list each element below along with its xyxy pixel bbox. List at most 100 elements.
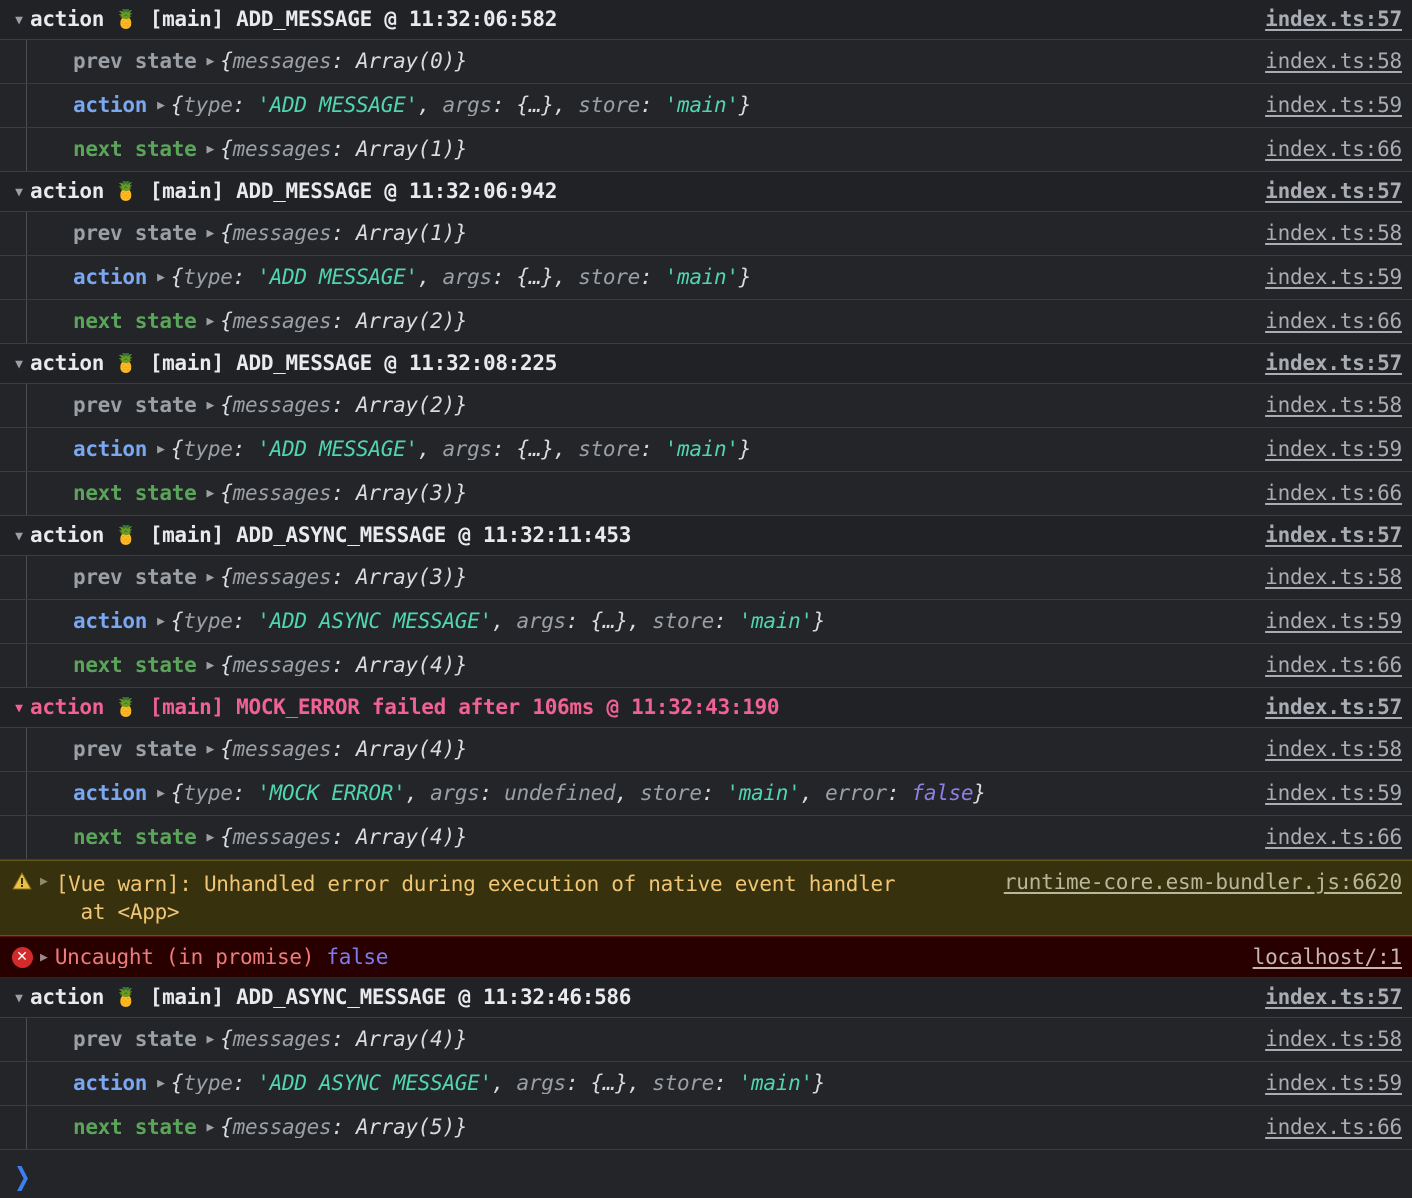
- expand-triangle-icon[interactable]: ▶: [36, 870, 56, 888]
- expand-triangle-icon[interactable]: ▶: [196, 1033, 220, 1046]
- source-link[interactable]: index.ts:58: [1251, 223, 1402, 244]
- collapse-arrow-icon[interactable]: ▼: [8, 702, 30, 715]
- source-link[interactable]: index.ts:59: [1251, 783, 1402, 804]
- console-group-header[interactable]: ▼ action 🍍 [main] ADD_ASYNC_MESSAGE @ 11:32…: [0, 516, 1412, 556]
- collapse-arrow-icon[interactable]: ▼: [8, 530, 30, 543]
- object-preview[interactable]: {messages: Array(1)}: [220, 223, 467, 244]
- object-preview[interactable]: {messages: Array(4)}: [220, 1029, 467, 1050]
- object-preview[interactable]: {messages: Array(2)}: [220, 311, 467, 332]
- console-log-row[interactable]: prev state ▶ {messages: Array(0)} index.ts:…: [0, 40, 1412, 84]
- console-log-row[interactable]: prev state ▶ {messages: Array(1)} index.ts:…: [0, 212, 1412, 256]
- source-link[interactable]: index.ts:66: [1251, 655, 1402, 676]
- object-preview[interactable]: {messages: Array(4)}: [220, 655, 467, 676]
- source-link[interactable]: index.ts:59: [1251, 1073, 1402, 1094]
- expand-triangle-icon[interactable]: ▶: [36, 951, 55, 964]
- source-link[interactable]: index.ts:66: [1251, 139, 1402, 160]
- console-log-row[interactable]: action ▶ {type: 'ADD_MESSAGE', args: {…}, …: [0, 256, 1412, 300]
- expand-triangle-icon[interactable]: ▶: [147, 787, 171, 800]
- console-log-row[interactable]: next state ▶ {messages: Array(4)} index.ts:…: [0, 644, 1412, 688]
- console-prompt-row[interactable]: ❯: [0, 1149, 1412, 1198]
- object-preview[interactable]: {type: 'MOCK_ERROR', args: undefined, st…: [171, 783, 986, 804]
- source-link[interactable]: index.ts:59: [1251, 95, 1402, 116]
- console-group-header[interactable]: ▼ action 🍍 [main] ADD_ASYNC_MESSAGE @ 11:32…: [0, 978, 1412, 1018]
- object-preview[interactable]: {messages: Array(3)}: [220, 483, 467, 504]
- object-preview[interactable]: {type: 'ADD_MESSAGE', args: {…}, store: …: [171, 267, 751, 288]
- console-log-row[interactable]: action ▶ {type: 'ADD_MESSAGE', args: {…}, …: [0, 84, 1412, 128]
- object-preview[interactable]: {messages: Array(2)}: [220, 395, 467, 416]
- expand-triangle-icon[interactable]: ▶: [196, 1121, 220, 1134]
- console-log-row[interactable]: action ▶ {type: 'ADD_MESSAGE', args: {…}, …: [0, 428, 1412, 472]
- source-link[interactable]: index.ts:59: [1251, 267, 1402, 288]
- expand-triangle-icon[interactable]: ▶: [196, 831, 220, 844]
- console-log-row[interactable]: prev state ▶ {messages: Array(4)} index.ts:…: [0, 1018, 1412, 1062]
- object-preview[interactable]: {messages: Array(4)}: [220, 827, 467, 848]
- collapse-arrow-icon[interactable]: ▼: [8, 14, 30, 27]
- console-log-row[interactable]: next state ▶ {messages: Array(3)} index.ts:…: [0, 472, 1412, 516]
- console-log-row[interactable]: next state ▶ {messages: Array(4)} index.ts:…: [0, 816, 1412, 860]
- source-link[interactable]: index.ts:57: [1251, 525, 1402, 546]
- source-link[interactable]: runtime-core.esm-bundler.js:6620: [990, 870, 1402, 893]
- source-link[interactable]: index.ts:58: [1251, 395, 1402, 416]
- source-link[interactable]: index.ts:57: [1251, 9, 1402, 30]
- source-link[interactable]: index.ts:57: [1251, 697, 1402, 718]
- expand-triangle-icon[interactable]: ▶: [196, 399, 220, 412]
- source-link[interactable]: index.ts:66: [1251, 827, 1402, 848]
- console-log-row[interactable]: next state ▶ {messages: Array(2)} index.ts:…: [0, 300, 1412, 344]
- console-group-header[interactable]: ▼ action 🍍 [main] MOCK_ERROR failed after 1…: [0, 688, 1412, 728]
- source-link[interactable]: index.ts:58: [1251, 567, 1402, 588]
- devtools-console-panel[interactable]: ▼ action 🍍 [main] ADD_MESSAGE @ 11:32:06:58…: [0, 0, 1412, 1198]
- collapse-arrow-icon[interactable]: ▼: [8, 358, 30, 371]
- source-link[interactable]: index.ts:57: [1251, 181, 1402, 202]
- console-group-header[interactable]: ▼ action 🍍 [main] ADD_MESSAGE @ 11:32:06:94…: [0, 172, 1412, 212]
- source-link[interactable]: index.ts:57: [1251, 987, 1402, 1008]
- expand-triangle-icon[interactable]: ▶: [147, 99, 171, 112]
- object-preview[interactable]: {messages: Array(5)}: [220, 1117, 467, 1138]
- console-prompt-input[interactable]: [30, 1149, 1412, 1198]
- source-link[interactable]: localhost/:1: [1239, 946, 1403, 968]
- console-log-row[interactable]: prev state ▶ {messages: Array(3)} index.ts:…: [0, 556, 1412, 600]
- source-link[interactable]: index.ts:58: [1251, 51, 1402, 72]
- expand-triangle-icon[interactable]: ▶: [147, 271, 171, 284]
- object-preview[interactable]: {type: 'ADD_ASYNC_MESSAGE', args: {…}, s…: [171, 611, 826, 632]
- source-link[interactable]: index.ts:59: [1251, 611, 1402, 632]
- expand-triangle-icon[interactable]: ▶: [196, 743, 220, 756]
- console-group-header[interactable]: ▼ action 🍍 [main] ADD_MESSAGE @ 11:32:08:22…: [0, 344, 1412, 384]
- source-link[interactable]: index.ts:58: [1251, 1029, 1402, 1050]
- source-link[interactable]: index.ts:66: [1251, 483, 1402, 504]
- expand-triangle-icon[interactable]: ▶: [196, 487, 220, 500]
- source-link[interactable]: index.ts:57: [1251, 353, 1402, 374]
- expand-triangle-icon[interactable]: ▶: [196, 315, 220, 328]
- source-link[interactable]: index.ts:66: [1251, 311, 1402, 332]
- console-log-row[interactable]: action ▶ {type: 'MOCK_ERROR', args: undefi…: [0, 772, 1412, 816]
- object-preview[interactable]: {type: 'ADD_MESSAGE', args: {…}, store: …: [171, 95, 751, 116]
- console-warning-row[interactable]: ▶ [Vue warn]: Unhandled error during exec…: [0, 860, 1412, 936]
- console-log-row[interactable]: prev state ▶ {messages: Array(4)} index.ts:…: [0, 728, 1412, 772]
- console-log-row[interactable]: prev state ▶ {messages: Array(2)} index.ts:…: [0, 384, 1412, 428]
- source-link[interactable]: index.ts:58: [1251, 739, 1402, 760]
- object-preview[interactable]: {messages: Array(4)}: [220, 739, 467, 760]
- expand-triangle-icon[interactable]: ▶: [196, 227, 220, 240]
- source-link[interactable]: index.ts:59: [1251, 439, 1402, 460]
- collapse-arrow-icon[interactable]: ▼: [8, 186, 30, 199]
- console-log-row[interactable]: next state ▶ {messages: Array(5)} index.ts:…: [0, 1106, 1412, 1150]
- expand-triangle-icon[interactable]: ▶: [147, 1077, 171, 1090]
- expand-triangle-icon[interactable]: ▶: [196, 659, 220, 672]
- source-link[interactable]: index.ts:66: [1251, 1117, 1402, 1138]
- expand-triangle-icon[interactable]: ▶: [147, 615, 171, 628]
- console-log-row[interactable]: next state ▶ {messages: Array(1)} index.ts:…: [0, 128, 1412, 172]
- expand-triangle-icon[interactable]: ▶: [196, 143, 220, 156]
- expand-triangle-icon[interactable]: ▶: [147, 443, 171, 456]
- object-preview[interactable]: {messages: Array(0)}: [220, 51, 467, 72]
- object-preview[interactable]: {type: 'ADD_MESSAGE', args: {…}, store: …: [171, 439, 751, 460]
- collapse-arrow-icon[interactable]: ▼: [8, 992, 30, 1005]
- expand-triangle-icon[interactable]: ▶: [196, 55, 220, 68]
- object-preview[interactable]: {messages: Array(1)}: [220, 139, 467, 160]
- object-preview[interactable]: {type: 'ADD_ASYNC_MESSAGE', args: {…}, s…: [171, 1073, 826, 1094]
- console-error-row[interactable]: ✕ ▶ Uncaught (in promise) false localhost/:…: [0, 936, 1412, 978]
- console-log-row[interactable]: action ▶ {type: 'ADD_ASYNC_MESSAGE', args:…: [0, 600, 1412, 644]
- console-log-row[interactable]: action ▶ {type: 'ADD_ASYNC_MESSAGE', args:…: [0, 1062, 1412, 1106]
- object-preview[interactable]: {messages: Array(3)}: [220, 567, 467, 588]
- expand-triangle-icon[interactable]: ▶: [196, 571, 220, 584]
- token-key: args: [430, 783, 480, 804]
- console-group-header[interactable]: ▼ action 🍍 [main] ADD_MESSAGE @ 11:32:06:58…: [0, 0, 1412, 40]
